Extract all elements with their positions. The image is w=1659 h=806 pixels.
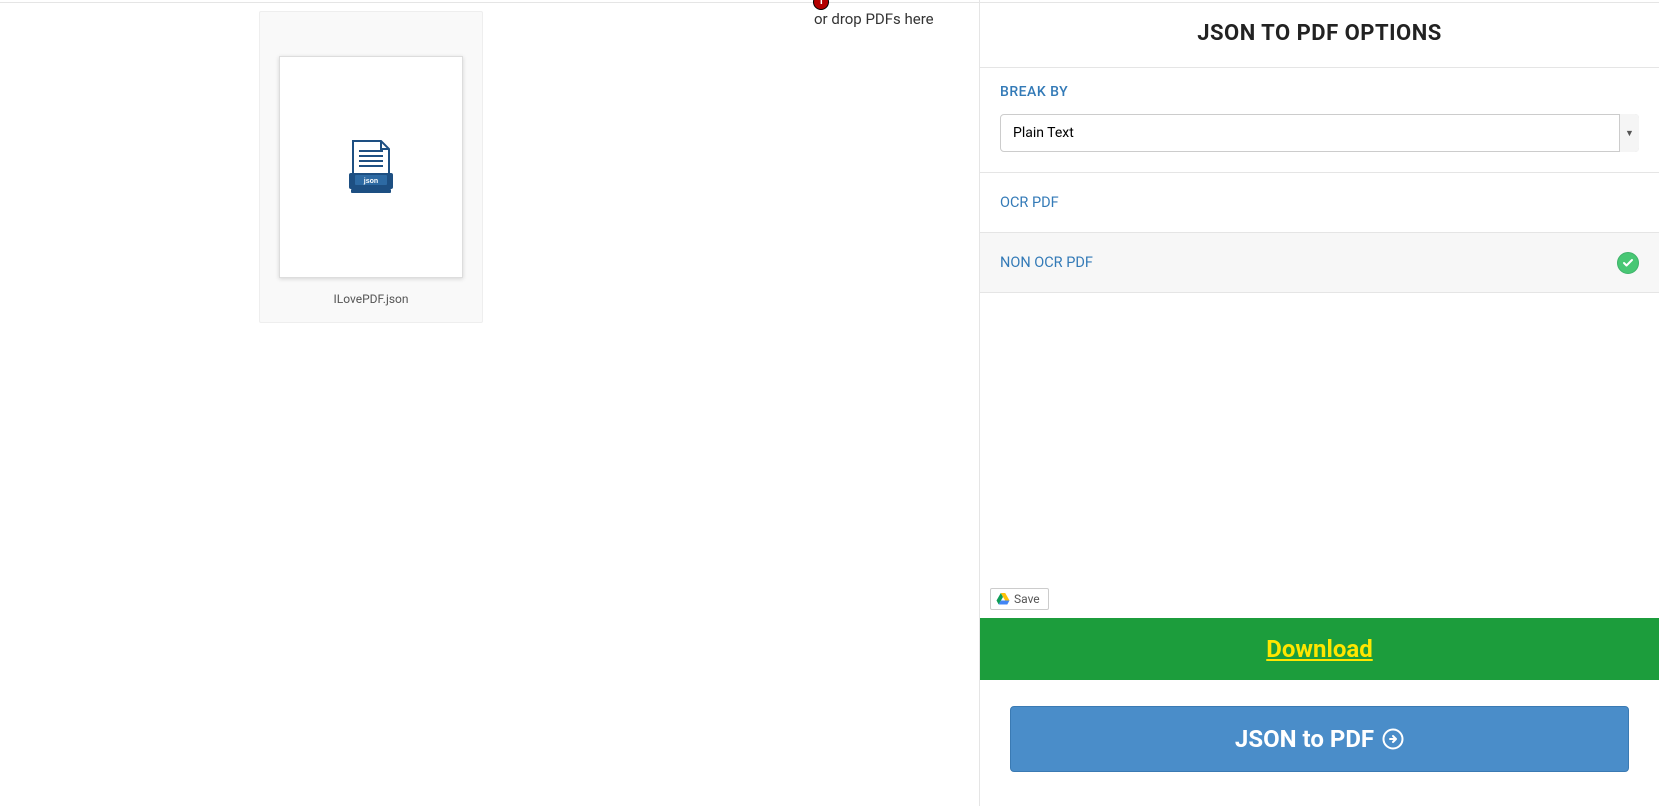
download-label: Download (1266, 635, 1372, 663)
spacer (980, 293, 1659, 588)
json-file-icon: json (345, 139, 397, 195)
save-label: Save (1014, 592, 1040, 606)
google-drive-icon (996, 592, 1010, 606)
chevron-down-icon: ▼ (1619, 114, 1639, 152)
break-by-select[interactable]: Plain Text ▼ (1000, 114, 1639, 152)
file-count-badge: 1 (813, 0, 829, 10)
arrow-circle-right-icon (1382, 728, 1404, 750)
break-by-section: BREAK BY Plain Text ▼ (980, 68, 1659, 173)
save-row: Save (980, 588, 1659, 618)
badge-count: 1 (818, 0, 824, 7)
file-card[interactable]: json ILovePDF.json (259, 11, 483, 323)
tab-non-ocr-pdf[interactable]: NON OCR PDF (980, 233, 1659, 293)
tab-ocr-label: OCR PDF (1000, 194, 1059, 211)
convert-label: JSON to PDF (1235, 725, 1374, 753)
break-by-label: BREAK BY (1000, 84, 1639, 100)
panel-title: JSON TO PDF OPTIONS (980, 0, 1659, 68)
main-drop-area[interactable]: 1 or drop PDFs here json ILovePDF.json (0, 0, 979, 806)
select-value: Plain Text (1013, 125, 1074, 141)
tab-ocr-pdf[interactable]: OCR PDF (980, 173, 1659, 233)
file-thumbnail: json (279, 56, 463, 278)
tab-non-ocr-label: NON OCR PDF (1000, 254, 1093, 271)
drop-hint-text: or drop PDFs here (814, 10, 934, 28)
svg-text:json: json (363, 178, 378, 185)
convert-button[interactable]: JSON to PDF (1010, 706, 1629, 772)
file-name-label: ILovePDF.json (334, 292, 409, 306)
options-sidebar: JSON TO PDF OPTIONS BREAK BY Plain Text … (979, 0, 1659, 806)
save-to-drive-button[interactable]: Save (990, 588, 1049, 610)
convert-wrap: JSON to PDF (980, 680, 1659, 806)
download-button[interactable]: Download (980, 618, 1659, 680)
check-icon (1617, 252, 1639, 274)
